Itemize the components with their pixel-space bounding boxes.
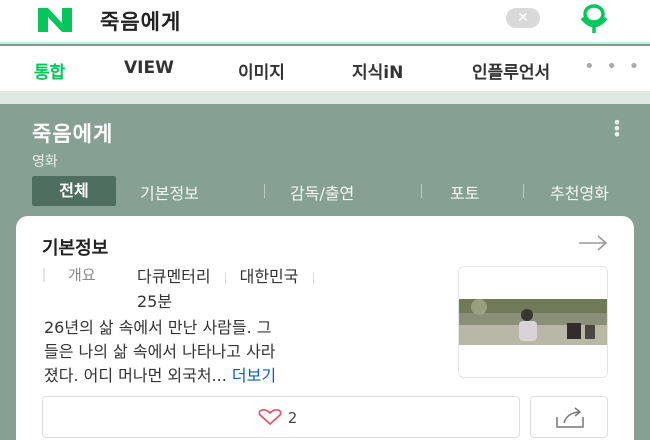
divider-strip <box>0 92 650 104</box>
country-value: 대한민국 <box>239 267 299 286</box>
more-tabs-button[interactable]: • • • <box>584 56 642 77</box>
more-options-icon[interactable]: • • • <box>610 115 624 143</box>
microphone-icon[interactable] <box>574 3 614 35</box>
description-text: 졌다. 어디 머나먼 외국처... <box>44 366 227 385</box>
search-bar: 죽음에게 ✕ <box>0 0 650 44</box>
tab-view[interactable]: VIEW <box>124 58 174 78</box>
like-count: 2 <box>287 409 298 427</box>
subtab-director-cast[interactable]: 감독/출연 <box>290 180 354 204</box>
subtab-recommended[interactable]: 추천영화 <box>550 180 609 204</box>
tab-images[interactable]: 이미지 <box>238 58 285 83</box>
subtab-divider <box>523 184 524 198</box>
overview-label: 개요 <box>68 266 96 284</box>
movie-title: 죽음에게 <box>32 122 114 146</box>
runtime-value: 25분 <box>137 292 173 311</box>
genre-value: 다큐멘터리 <box>137 267 211 286</box>
like-content: 2 <box>257 408 297 427</box>
subtab-photos[interactable]: 포토 <box>450 180 479 204</box>
meta-divider <box>43 268 45 282</box>
movie-poster-thumbnail[interactable] <box>458 266 608 378</box>
search-tab-bar: 통합 VIEW 이미지 지식iN 인플루언서 • • • <box>0 46 650 92</box>
meta-separator <box>224 271 226 284</box>
heart-icon <box>258 409 282 426</box>
basic-info-card: 기본정보 개요 다큐멘터리 대한민국 25분 26년의 삶 속에서 만난 사람들.… <box>16 216 634 440</box>
share-button[interactable] <box>530 396 608 438</box>
subtab-divider <box>421 184 422 198</box>
card-title: 기본정보 <box>42 238 109 259</box>
tab-all[interactable]: 통합 <box>34 58 65 83</box>
naver-logo-icon[interactable] <box>34 6 76 34</box>
search-input[interactable]: 죽음에게 <box>100 6 181 36</box>
subtab-divider <box>264 184 265 198</box>
share-icon <box>556 407 584 428</box>
subtab-basic-info[interactable]: 기본정보 <box>140 180 199 204</box>
description-line: 졌다. 어디 머나먼 외국처... 더보기 <box>44 364 436 388</box>
poster-image <box>459 267 607 377</box>
genre-country-line: 다큐멘터리 대한민국 <box>137 263 328 287</box>
movie-subtabs: 전체 기본정보 감독/출연 포토 추천영화 <box>0 174 650 208</box>
arrow-right-icon[interactable] <box>578 234 608 252</box>
clear-search-button[interactable]: ✕ <box>506 8 540 28</box>
tab-influencer[interactable]: 인플루언서 <box>472 58 564 83</box>
subtab-all[interactable]: 전체 <box>32 176 116 206</box>
description-line: 들은 나의 삶 속에서 나타나고 사라 <box>44 342 276 361</box>
meta-separator <box>312 271 314 284</box>
tab-knowledge-in[interactable]: 지식iN <box>352 58 403 83</box>
movie-description: 26년의 삶 속에서 만난 사람들. 그 들은 나의 삶 속에서 나타나고 사라… <box>44 316 436 388</box>
description-line: 26년의 삶 속에서 만난 사람들. 그 <box>44 318 272 337</box>
like-button[interactable]: 2 <box>42 396 520 438</box>
movie-category: 영화 <box>32 154 58 170</box>
more-link[interactable]: 더보기 <box>232 366 276 385</box>
